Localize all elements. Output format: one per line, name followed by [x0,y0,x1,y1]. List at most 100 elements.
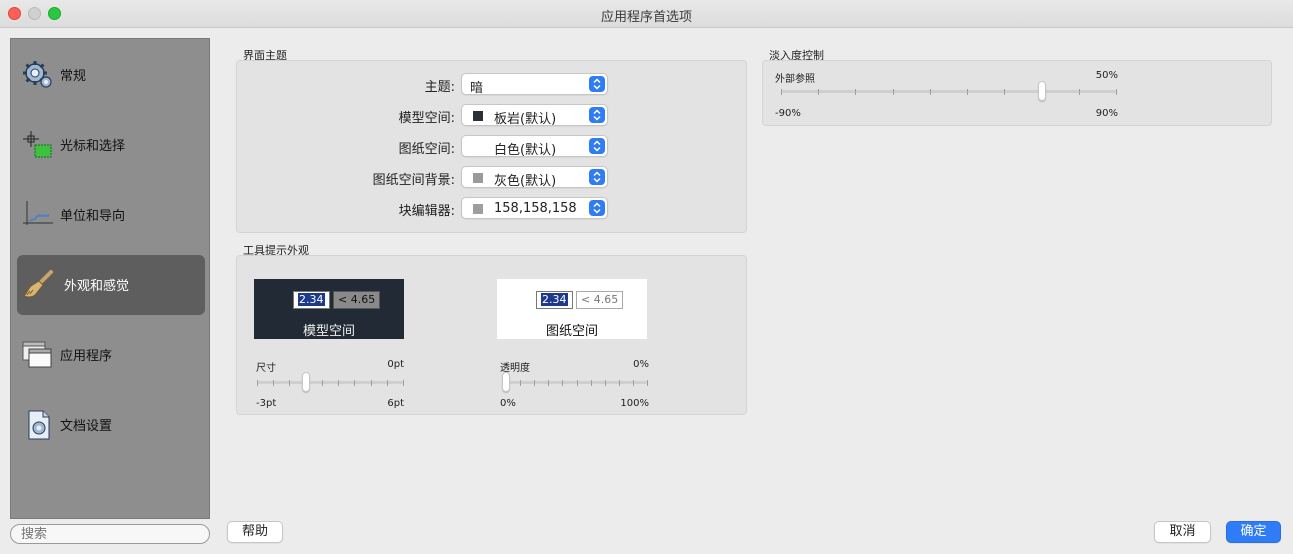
xref-slider-current: 50% [1095,70,1118,81]
slider-tick [534,380,535,386]
preview-value-a: 2.34 [293,291,330,309]
sidebar-item-units[interactable]: 单位和导向 [17,185,205,245]
preview-value-b: < 4.65 [333,291,381,309]
slider-tick [1079,89,1080,95]
slider-tick [403,380,404,386]
paper-background-label: 图纸空间背景: [372,173,455,188]
opacity-slider-min: 0% [500,398,516,409]
size-slider-max: 6pt [387,398,404,409]
preview-value-b: < 4.65 [576,291,624,309]
chevron-updown-icon [589,200,605,216]
slider-tick [322,380,323,386]
cursor-selection-icon [23,131,52,158]
sidebar-item-label: 文档设置 [60,419,113,434]
slider-track[interactable] [781,90,1116,93]
slider-tick [338,380,339,386]
slider-track[interactable] [257,381,403,384]
slider-tick [619,380,620,386]
chevron-updown-icon [589,138,605,154]
color-swatch [473,142,483,152]
opacity-slider-current: 0% [633,359,649,370]
slider-tick [387,380,388,386]
ok-button[interactable]: 确定 [1226,521,1281,543]
slider-tick [257,380,258,386]
slider-tick [577,380,578,386]
tooltip-panel: 2.34 < 4.65 模型空间 2.34 < 4.65 图纸空间 尺寸 0pt… [236,255,747,415]
block-editor-value: 158,158,158 [494,201,577,216]
app-windows-icon [22,341,52,368]
fade-panel: 外部参照 50% -90% 90% [762,60,1272,126]
sidebar-item-appearance[interactable]: 外观和感觉 [17,255,205,315]
slider-knob[interactable] [502,372,510,392]
block-editor-select[interactable]: 158,158,158 [461,197,608,219]
paintbrush-icon [23,270,53,298]
color-swatch [473,204,483,214]
model-space-label: 模型空间: [398,111,455,126]
color-swatch [473,111,483,121]
slider-tick [273,380,274,386]
sidebar-item-general[interactable]: 常规 [17,45,205,105]
slider-tick [633,380,634,386]
window-title: 应用程序首选项 [600,10,692,25]
opacity-slider-max: 100% [620,398,649,409]
xref-slider-caption: 外部参照 [775,74,815,85]
sidebar-item-cursor-selection[interactable]: 光标和选择 [17,115,205,175]
size-slider-caption: 尺寸 [256,363,276,374]
model-space-tooltip-preview: 2.34 < 4.65 模型空间 [254,279,404,339]
slider-tick [967,89,968,95]
slider-tick [647,380,648,386]
sidebar-item-label: 光标和选择 [60,139,126,154]
paper-space-preview-label: 图纸空间 [545,324,598,339]
sidebar: 常规 光标和选择 单位和导向 外观和感觉 应用程序 文档设置 [10,38,210,519]
paper-space-select[interactable]: 白色(默认) [461,135,608,158]
theme-value: 暗 [470,81,484,96]
size-slider-min: -3pt [256,398,277,409]
slider-tick [1004,89,1005,95]
slider-tick [855,89,856,95]
slider-tick [289,380,290,386]
gear-icon [23,61,52,88]
slider-tick [930,89,931,95]
slider-tick [605,380,606,386]
size-slider-current: 0pt [387,359,404,370]
sidebar-item-label: 单位和导向 [60,209,126,224]
paper-background-value: 灰色(默认) [494,174,557,189]
slider-tick [562,380,563,386]
help-button[interactable]: 帮助 [227,521,283,543]
chevron-updown-icon [589,169,605,185]
slider-tick [818,89,819,95]
color-swatch [473,173,483,183]
slider-tick [354,380,355,386]
model-space-preview-label: 模型空间 [302,324,355,339]
sidebar-item-label: 外观和感觉 [64,279,130,294]
sidebar-item-label: 常规 [60,69,87,84]
search-input[interactable] [10,524,210,544]
paper-space-tooltip-preview: 2.34 < 4.65 图纸空间 [497,279,647,339]
slider-tick [371,380,372,386]
xref-slider-max: 90% [1095,108,1118,119]
cancel-button[interactable]: 取消 [1154,521,1211,543]
slider-tick [1116,89,1117,95]
chevron-updown-icon [589,107,605,123]
slider-tick [893,89,894,95]
paper-background-select[interactable]: 灰色(默认) [461,166,608,189]
slider-tick [591,380,592,386]
model-space-value: 板岩(默认) [494,112,557,127]
model-space-select[interactable]: 板岩(默认) [461,104,608,127]
preview-value-a: 2.34 [536,291,573,309]
xref-slider-min: -90% [775,108,801,119]
chevron-updown-icon [589,76,605,92]
slider-tick [520,380,521,386]
slider-tick [781,89,782,95]
title-bar: 应用程序首选项 [0,0,1293,28]
sidebar-item-application[interactable]: 应用程序 [17,325,205,385]
sidebar-item-document-settings[interactable]: 文档设置 [17,395,205,455]
theme-select[interactable]: 暗 [461,73,608,96]
theme-label: 主题: [424,80,455,95]
document-settings-icon [28,410,50,440]
slider-knob[interactable] [301,372,310,392]
theme-panel: 主题: 暗 模型空间: 板岩(默认) 图纸空间: 白色(默认) 图纸空间背景: … [236,60,747,233]
block-editor-label: 块编辑器: [398,204,455,219]
slider-tick [548,380,549,386]
slider-knob[interactable] [1037,81,1046,101]
